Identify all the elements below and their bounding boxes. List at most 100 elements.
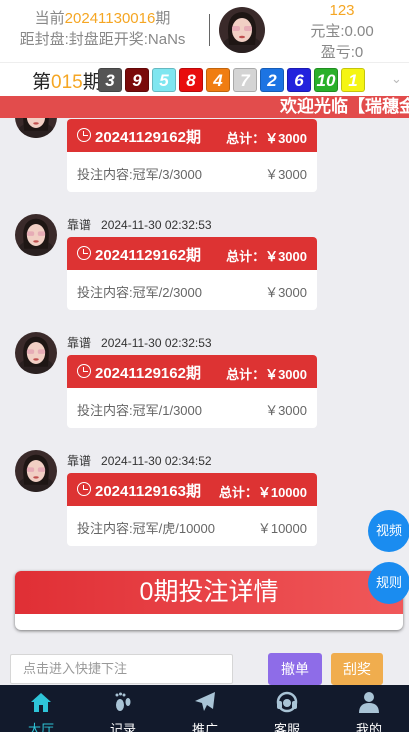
clock-icon [77,246,91,260]
chevron-down-icon[interactable]: ⌄ [391,71,402,87]
paper-plane-icon [193,690,217,714]
user-id: 123 [329,2,355,19]
user-avatar[interactable] [219,7,265,53]
draw-ball: 7 [233,68,257,92]
bet-amount: ￥10000 [257,521,307,536]
tab-1[interactable]: 记录 [82,685,164,732]
bet-card-body: 投注内容:冠军/1/3000 ￥3000 [67,388,317,428]
tab-label: 客服 [273,722,300,732]
video-button[interactable]: 视频 [368,510,409,552]
bet-card[interactable]: 20241129163期 总计：￥10000 投注内容:冠军/虎/10000 ￥100… [67,473,317,546]
bet-content: 投注内容:冠军/2/3000 [77,285,202,300]
bet-card-header: 20241129163期 总计：￥10000 [67,473,317,506]
header-divider [209,14,210,46]
footprint-icon [111,690,135,714]
bet-issue: 20241129163期 [95,483,201,500]
bet-card[interactable]: 20241129162期 总计：￥3000 投注内容:冠军/1/3000 ￥3000 [67,355,317,428]
issue-info: 当前20241130016期 距封盘:封盘距开奖:NaNs [0,8,205,50]
current-prefix: 当前 [34,10,65,27]
bet-card-header: 20241129162期 总计：￥3000 [67,119,317,152]
bet-content: 投注内容:冠军/1/3000 [77,403,202,418]
message-meta: 靠谱 2024-11-30 02:34:52 [67,452,212,469]
draw-issue-label: 第015期 [32,67,102,94]
tab-4[interactable]: 我的 [328,685,409,732]
sender-name: 靠谱 [67,336,92,350]
bet-content: 投注内容:冠军/3/3000 [77,167,202,182]
bet-issue: 20241129162期 [95,365,201,382]
bet-issue: 20241129162期 [95,247,201,264]
bet-card-header: 20241129162期 总计：￥3000 [67,355,317,388]
balance: 元宝:0.00 [310,23,374,40]
bet-amount: ￥3000 [265,285,307,300]
header: 当前20241130016期 距封盘:封盘距开奖:NaNs 123 元宝:0.0… [0,0,409,62]
user-icon [357,690,381,714]
bet-total: 总计：￥3000 [226,249,307,264]
sender-name: 靠谱 [67,218,92,232]
message-time: 2024-11-30 02:34:52 [101,454,212,468]
tab-label: 大厅 [27,722,54,732]
message-meta: 靠谱 2024-11-30 02:32:53 [67,216,212,233]
draw-ball: 10 [314,68,338,92]
draw-ball: 6 [287,68,311,92]
message-time: 2024-11-30 02:32:53 [101,218,212,232]
tab-label: 我的 [355,722,382,732]
bet-amount: ￥3000 [265,167,307,182]
bet-card[interactable]: 20241129162期 总计：￥3000 投注内容:冠军/2/3000 ￥3000 [67,237,317,310]
bet-total: 总计：￥3000 [226,367,307,382]
bet-card-body: 投注内容:冠军/3/3000 ￥3000 [67,152,317,192]
bet-amount: ￥3000 [265,403,307,418]
bet-total: 总计：￥10000 [218,485,307,500]
rules-button[interactable]: 规则 [368,562,409,604]
draw-ball: 1 [341,68,365,92]
bet-issue: 20241129162期 [95,129,201,146]
sender-avatar[interactable] [15,450,57,492]
bet-feed[interactable]: 20241129162期 总计：￥3000 投注内容:冠军/3/3000 ￥3000 靠… [0,118,409,648]
message-meta: 靠谱 2024-11-30 02:32:53 [67,334,212,351]
bottom-tab-bar: 大厅 记录 推广 客服 我的 [0,685,409,732]
sender-avatar[interactable] [15,332,57,374]
scratch-button[interactable]: 刮奖 [331,653,383,685]
bet-summary-banner[interactable]: 0期投注详情 [15,571,403,630]
draw-issue-number: 015 [51,72,83,93]
clock-icon [77,364,91,378]
quick-bet-bar: 点击进入快捷下注 撤单 刮奖 [0,648,409,685]
headset-icon [275,690,299,714]
current-suffix: 期 [155,10,171,27]
bet-card-header: 20241129162期 总计：￥3000 [67,237,317,270]
draw-balls: 3 9 5 8 4 7 2 6 10 1 [98,68,365,92]
sender-name: 靠谱 [67,454,92,468]
current-issue-line: 当前20241130016期 [0,8,205,29]
draw-prefix: 第 [32,72,52,93]
clock-icon [77,482,91,496]
bet-content: 投注内容:冠军/虎/10000 [77,521,215,536]
bet-card-body: 投注内容:冠军/2/3000 ￥3000 [67,270,317,310]
draw-ball: 8 [179,68,203,92]
bet-card[interactable]: 20241129162期 总计：￥3000 投注内容:冠军/3/3000 ￥3000 [67,119,317,192]
tab-label: 推广 [191,722,218,732]
tab-0[interactable]: 大厅 [0,685,82,732]
cancel-order-button[interactable]: 撤单 [268,653,322,685]
tab-3[interactable]: 客服 [246,685,328,732]
draw-ball: 3 [98,68,122,92]
announcement-marquee: 欢迎光临【瑞穗金 [0,96,409,118]
countdown: 距封盘:封盘距开奖:NaNs [19,31,186,48]
draw-ball: 9 [125,68,149,92]
clock-icon [77,128,91,142]
draw-ball: 4 [206,68,230,92]
draw-result-bar[interactable]: 第015期 3 9 5 8 4 7 2 6 10 1 ⌄ [0,62,409,96]
quick-bet-input[interactable]: 点击进入快捷下注 [10,654,233,684]
announcement-text: 欢迎光临【瑞穗金 [280,97,409,116]
draw-ball: 5 [152,68,176,92]
draw-ball: 2 [260,68,284,92]
sender-avatar[interactable] [15,214,57,256]
tab-label: 记录 [109,722,136,732]
message-time: 2024-11-30 02:32:53 [101,336,212,350]
bet-summary-title: 0期投注详情 [15,571,403,614]
bet-card-body: 投注内容:冠军/虎/10000 ￥10000 [67,506,317,546]
account-info: 123 元宝:0.00 盈亏:0 [292,0,392,63]
bet-total: 总计：￥3000 [226,131,307,146]
current-issue-number: 20241130016 [64,10,156,27]
sender-avatar[interactable] [15,118,57,138]
home-icon [29,690,53,714]
tab-2[interactable]: 推广 [164,685,246,732]
